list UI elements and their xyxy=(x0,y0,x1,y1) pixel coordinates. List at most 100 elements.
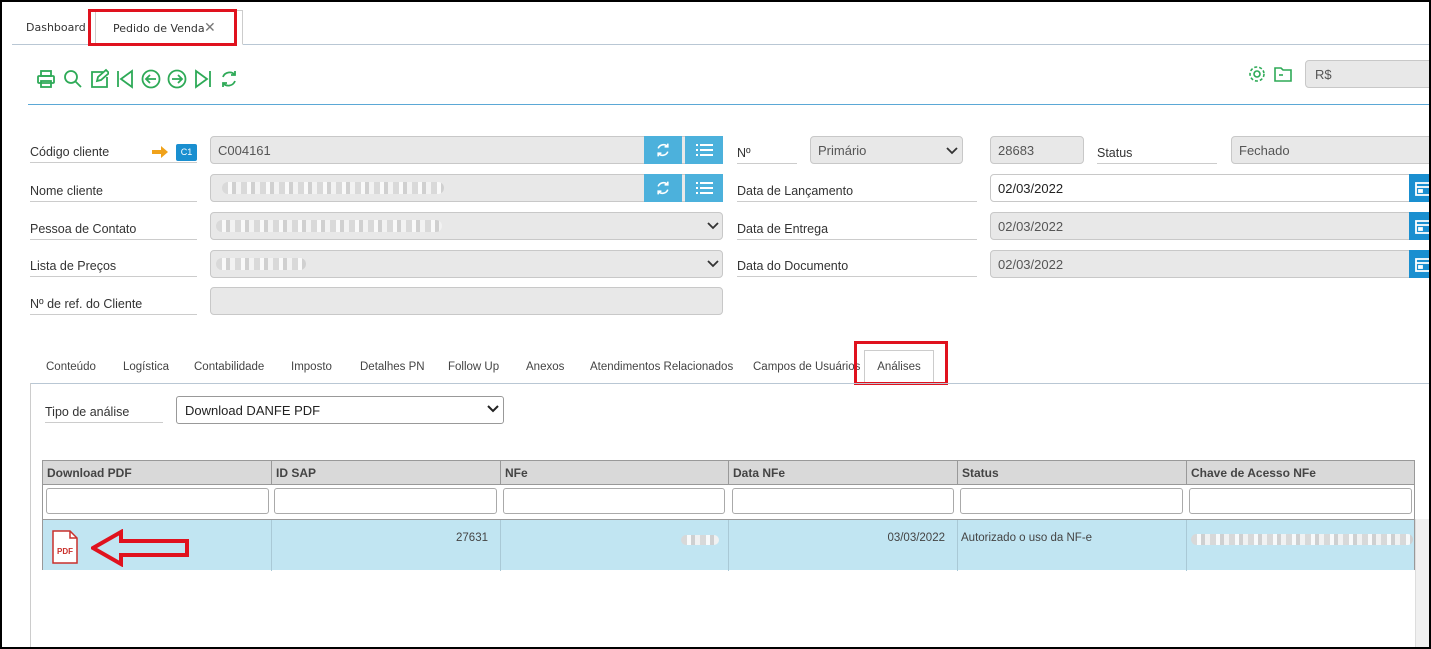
filter-input[interactable] xyxy=(274,488,497,514)
tab-label: Pedido de Venda xyxy=(113,22,205,35)
label-nome-cliente: Nome cliente xyxy=(30,184,197,202)
data-lancamento-input[interactable]: 02/03/2022 xyxy=(990,174,1420,202)
close-icon[interactable]: ✕ xyxy=(204,11,216,46)
last-record-icon[interactable] xyxy=(193,68,213,90)
folder-icon[interactable] xyxy=(1273,64,1293,84)
chevron-down-icon xyxy=(946,147,958,155)
chevron-down-icon xyxy=(707,222,719,230)
section-tab-divider xyxy=(30,383,1429,384)
redacted-text xyxy=(216,258,306,270)
label-tipo-analise: Tipo de análise xyxy=(45,405,163,423)
label-status: Status xyxy=(1097,146,1217,164)
calendar-icon xyxy=(1415,220,1429,234)
arrow-right-icon[interactable] xyxy=(152,145,168,159)
filter-input[interactable] xyxy=(1189,488,1412,514)
list-button[interactable] xyxy=(685,174,723,202)
column-header[interactable]: Data NFe xyxy=(729,461,958,485)
first-record-icon[interactable] xyxy=(115,68,135,90)
refresh-icon xyxy=(657,143,669,157)
settings-icon[interactable] xyxy=(1247,64,1267,84)
filter-input[interactable] xyxy=(46,488,269,514)
cell-nfe xyxy=(501,520,729,571)
data-nfe-value: 03/03/2022 xyxy=(887,532,945,544)
label-numero: Nº xyxy=(737,146,797,164)
vertical-scrollbar[interactable] xyxy=(1415,519,1429,647)
cell-download: PDF xyxy=(43,520,272,571)
calendar-icon xyxy=(1415,258,1429,272)
tab-contabilidade[interactable]: Contabilidade xyxy=(194,361,264,373)
redacted-text xyxy=(681,535,719,545)
analysis-type-select[interactable]: Download DANFE PDF xyxy=(176,396,504,424)
column-header[interactable]: ID SAP xyxy=(272,461,501,485)
tab-atendimentos-relacionados[interactable]: Atendimentos Relacionados xyxy=(590,361,733,373)
app-frame: Dashboard Pedido de Venda ✕ R$ Código cl… xyxy=(0,0,1431,649)
series-select[interactable]: Primário xyxy=(810,136,963,164)
arrow-left-icon xyxy=(91,529,189,567)
pdf-file-icon[interactable]: PDF xyxy=(51,530,79,564)
redacted-text xyxy=(222,182,444,194)
search-icon[interactable] xyxy=(63,68,83,90)
id-sap-value: 27631 xyxy=(456,532,488,544)
currency-field[interactable]: R$ xyxy=(1305,60,1429,88)
column-header[interactable]: NFe xyxy=(501,461,729,485)
calendar-icon xyxy=(1415,182,1429,196)
calendar-button[interactable] xyxy=(1409,250,1429,278)
refresh-icon xyxy=(657,181,669,195)
previous-record-icon[interactable] xyxy=(141,68,161,90)
label-data-lancamento: Data de Lançamento xyxy=(737,184,977,202)
cell-status: Autorizado o uso da NF-e xyxy=(958,520,1187,571)
nfe-grid: Download PDF ID SAP NFe Data NFe Status … xyxy=(42,460,1415,571)
tab-campos-de-usuarios[interactable]: Campos de Usuários xyxy=(753,361,860,373)
tab-detalhes-pn[interactable]: Detalhes PN xyxy=(360,361,425,373)
column-header[interactable]: Chave de Acesso NFe xyxy=(1187,461,1414,485)
label-lista-precos: Lista de Preços xyxy=(30,259,197,277)
tab-dashboard[interactable]: Dashboard xyxy=(26,10,86,45)
cell-chave-acesso xyxy=(1187,520,1414,571)
tab-imposto[interactable]: Imposto xyxy=(291,361,332,373)
filter-input[interactable] xyxy=(732,488,954,514)
pdf-icon-label: PDF xyxy=(57,547,73,556)
tab-pedido-de-venda[interactable]: Pedido de Venda ✕ xyxy=(95,10,243,45)
toolbar-divider xyxy=(28,104,1429,105)
calendar-button[interactable] xyxy=(1409,212,1429,240)
list-icon xyxy=(696,182,713,194)
tab-conteudo[interactable]: Conteúdo xyxy=(46,361,96,373)
status-input[interactable]: Fechado xyxy=(1231,136,1429,164)
tab-analises[interactable]: Análises xyxy=(864,350,934,383)
list-icon xyxy=(696,144,713,156)
redacted-text xyxy=(216,220,442,232)
edit-icon[interactable] xyxy=(89,68,109,90)
grid-header: Download PDF ID SAP NFe Data NFe Status … xyxy=(43,461,1414,485)
printer-icon[interactable] xyxy=(36,68,56,90)
cell-data-nfe: 03/03/2022 xyxy=(729,520,958,571)
column-header[interactable]: Download PDF xyxy=(43,461,272,485)
label-data-documento: Data do Documento xyxy=(737,259,977,277)
chevron-down-icon xyxy=(707,260,719,268)
tab-anexos[interactable]: Anexos xyxy=(526,361,564,373)
calendar-button[interactable] xyxy=(1409,174,1429,202)
ref-cliente-input[interactable] xyxy=(210,287,723,315)
customer-badge: C1 xyxy=(176,144,197,161)
table-row[interactable]: PDF 27631 03/03/2022 Autorizado o uso da… xyxy=(43,519,1414,571)
cell-id-sap: 27631 xyxy=(272,520,501,571)
refresh-icon[interactable] xyxy=(219,68,239,90)
data-documento-input[interactable]: 02/03/2022 xyxy=(990,250,1420,278)
refresh-button[interactable] xyxy=(644,174,682,202)
label-data-entrega: Data de Entrega xyxy=(737,222,977,240)
redacted-text xyxy=(1191,534,1413,545)
next-record-icon[interactable] xyxy=(167,68,187,90)
status-value: Autorizado o uso da NF-e xyxy=(961,532,1093,544)
data-entrega-input[interactable]: 02/03/2022 xyxy=(990,212,1420,240)
label-codigo-cliente: Código cliente xyxy=(30,145,197,163)
column-header[interactable]: Status xyxy=(958,461,1187,485)
filter-input[interactable] xyxy=(503,488,725,514)
label-ref-cliente: Nº de ref. do Cliente xyxy=(30,297,197,315)
chevron-down-icon xyxy=(487,405,499,413)
tab-follow-up[interactable]: Follow Up xyxy=(448,361,499,373)
tab-logistica[interactable]: Logística xyxy=(123,361,169,373)
list-button[interactable] xyxy=(685,136,723,164)
refresh-button[interactable] xyxy=(644,136,682,164)
numero-input[interactable]: 28683 xyxy=(990,136,1084,164)
panel-border xyxy=(30,383,31,647)
filter-input[interactable] xyxy=(960,488,1183,514)
